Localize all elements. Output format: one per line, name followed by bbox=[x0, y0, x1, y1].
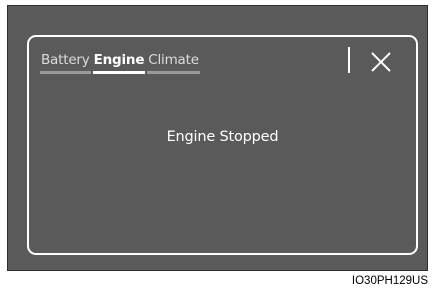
header-divider bbox=[348, 47, 350, 73]
tab-climate[interactable]: Climate bbox=[147, 52, 200, 74]
close-button[interactable] bbox=[371, 52, 391, 72]
screen-frame: Battery Engine Climate Engine Stopped bbox=[7, 5, 428, 271]
close-icon bbox=[371, 52, 391, 72]
figure-code: IO30PH129US bbox=[351, 275, 428, 287]
energy-monitor-panel: Battery Engine Climate Engine Stopped bbox=[27, 35, 418, 255]
status-message: Engine Stopped bbox=[166, 129, 279, 145]
tab-engine[interactable]: Engine bbox=[92, 52, 146, 74]
tab-bar: Battery Engine Climate bbox=[40, 52, 202, 74]
tab-battery[interactable]: Battery bbox=[40, 52, 91, 74]
